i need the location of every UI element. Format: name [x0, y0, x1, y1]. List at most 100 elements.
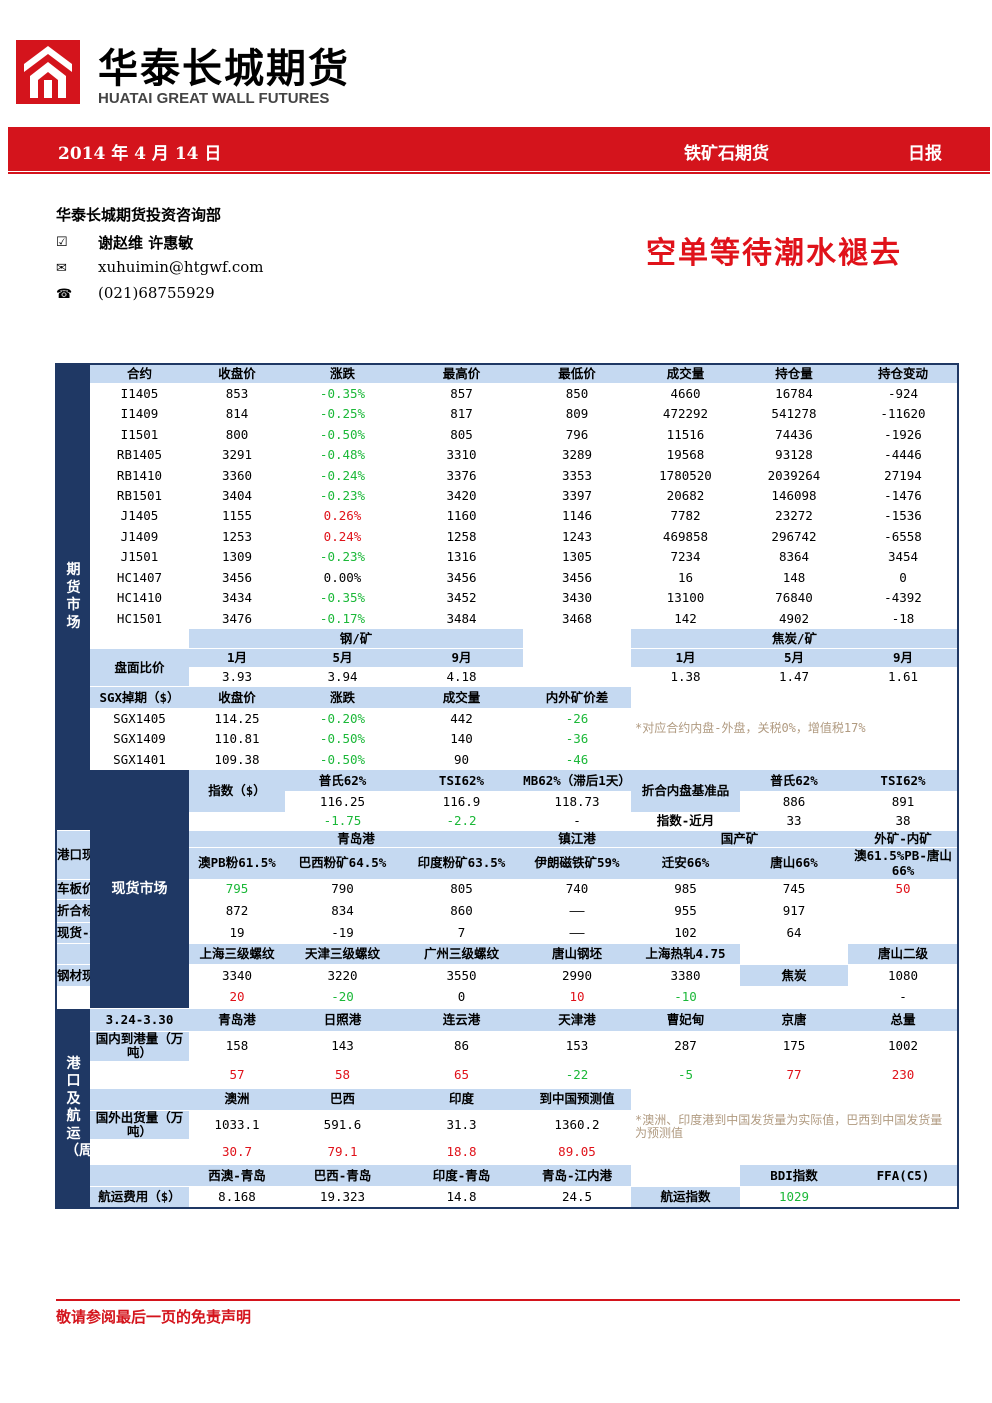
freight-value: 8.168 — [218, 1188, 256, 1204]
futures-cell: 146098 — [771, 487, 817, 503]
futures-cell: 853 — [225, 385, 249, 401]
freight-header: 青岛-江内港 — [523, 1164, 631, 1187]
index-change: - — [573, 813, 581, 829]
bdi-value: 1029 — [778, 1188, 810, 1204]
period-label: 3.24-3.30 — [90, 1008, 189, 1032]
export-value: 31.3 — [446, 1116, 477, 1132]
futures-cell: 1160 — [446, 508, 477, 524]
port-product: 印度粉矿63.5% — [400, 847, 523, 880]
futures-header: 合约 — [90, 364, 189, 384]
sgx-header: 成交量 — [400, 686, 523, 709]
bdi-header: BDI指数 — [740, 1164, 848, 1187]
futures-cell: 850 — [565, 385, 589, 401]
futures-cell: 3456 — [446, 569, 477, 585]
futures-cell: 3484 — [446, 610, 477, 626]
ratio-blank — [523, 648, 631, 667]
email-row: ✉ xuhuimin@htgwf.com — [56, 258, 264, 276]
export-change: 18.8 — [446, 1144, 477, 1160]
steel-header: 天津三级螺纹 — [285, 943, 400, 965]
port-group: 外矿-内矿 — [848, 830, 958, 848]
freight-label: 航运费用（$） — [90, 1186, 189, 1208]
sgx-cell: -26 — [565, 710, 589, 726]
arrival-header: 京唐 — [740, 1008, 848, 1032]
futures-cell: -0.35% — [319, 385, 366, 401]
port-spot-value: 834 — [331, 902, 354, 918]
port-product: 澳61.5%PB-唐山66% — [848, 847, 958, 880]
futures-cell: 8364 — [778, 549, 810, 565]
steel-value: 2990 — [561, 967, 593, 983]
arrival-change: 58 — [334, 1066, 351, 1082]
futures-cell: 3289 — [561, 447, 593, 463]
futures-cell: -1536 — [884, 508, 922, 524]
steel-header — [740, 943, 848, 964]
disclaimer: 敬请参阅最后一页的免责声明 — [56, 1308, 252, 1326]
freight-value: 24.5 — [561, 1188, 593, 1204]
futures-cell: -0.25% — [319, 406, 366, 422]
futures-cell: 1316 — [446, 549, 477, 565]
futures-cell: 1305 — [561, 549, 593, 565]
steel-label: 钢材现货价格 — [56, 964, 90, 987]
port-spot-value: 955 — [674, 902, 697, 918]
arrival-value: 158 — [225, 1038, 249, 1054]
ratio-month: 9月 — [400, 648, 523, 668]
ratio-steel-value: 3.94 — [327, 669, 358, 685]
sgx-cell: -0.20% — [319, 710, 366, 726]
ratio-month: 5月 — [285, 648, 400, 668]
futures-cell: 1155 — [221, 508, 253, 524]
futures-cell: 1253 — [221, 528, 253, 544]
futures-cell: 3397 — [561, 487, 593, 503]
futures-cell: 76840 — [775, 590, 813, 606]
steel-header: 唐山二级 — [848, 943, 958, 965]
port-spot-value: 64 — [786, 924, 802, 940]
ratio-coke-value: 1.38 — [670, 669, 701, 685]
arrival-change: 230 — [891, 1066, 915, 1082]
ratio-steel-value: 4.18 — [446, 669, 477, 685]
futures-cell: 469858 — [662, 528, 709, 544]
futures-cell: -18 — [891, 610, 915, 626]
port-group: 镇江港 — [523, 830, 631, 848]
port-spot-value: 917 — [782, 902, 806, 918]
futures-cell: 541278 — [771, 406, 817, 422]
export-blank — [90, 1088, 189, 1111]
port-spot-value: 790 — [331, 881, 354, 897]
steel-header: 唐山钢坯 — [523, 943, 631, 965]
futures-cell: -4392 — [884, 590, 922, 606]
futures-cell: 805 — [450, 426, 473, 442]
ratio-month: 9月 — [848, 648, 958, 668]
futures-cell: 800 — [225, 426, 249, 442]
email[interactable]: xuhuimin@htgwf.com — [98, 258, 264, 276]
sgx-cell: 90 — [453, 751, 470, 767]
report-type: 日报 — [908, 144, 942, 164]
department: 华泰长城期货投资咨询部 — [56, 206, 222, 224]
futures-cell: -0.23% — [319, 549, 366, 565]
futures-cell: 0.00% — [323, 569, 362, 585]
sgx-header: SGX掉期（$） — [90, 686, 189, 709]
port-spot-value: 745 — [782, 881, 806, 897]
port-product: 唐山66% — [740, 847, 848, 880]
arrival-value: 153 — [565, 1038, 589, 1054]
ratio-coke-title: 焦炭/矿 — [631, 628, 958, 649]
freight-header: 巴西-青岛 — [285, 1164, 400, 1187]
futures-cell: 472292 — [662, 406, 709, 422]
sgx-cell: 109.38 — [214, 751, 260, 767]
export-header: 到中国预测值 — [523, 1088, 631, 1111]
futures-cell: -0.24% — [319, 467, 366, 483]
futures-header: 最高价 — [400, 364, 523, 384]
steel-value: 3220 — [327, 967, 358, 983]
report-product: 铁矿石期货 — [684, 144, 769, 164]
domestic-header: 普氏62% — [740, 769, 848, 792]
authors-row: ☑ 谢赵维 许惠敏 — [56, 232, 193, 252]
index-value: 116.25 — [319, 794, 366, 810]
domestic-label: 折合内盘基准品 — [631, 769, 740, 813]
futures-cell: 4660 — [670, 385, 701, 401]
sgx-contract: SGX1409 — [113, 731, 166, 747]
near-value: 33 — [786, 813, 802, 829]
futures-cell: 814 — [225, 406, 249, 422]
futures-cell: 23272 — [775, 508, 813, 524]
futures-cell: 1146 — [561, 508, 593, 524]
ratio-blank — [523, 629, 631, 648]
futures-cell: 7234 — [670, 549, 701, 565]
steel-value: 焦炭 — [740, 964, 848, 987]
band-underline — [8, 172, 990, 174]
futures-cell: -1476 — [884, 487, 922, 503]
